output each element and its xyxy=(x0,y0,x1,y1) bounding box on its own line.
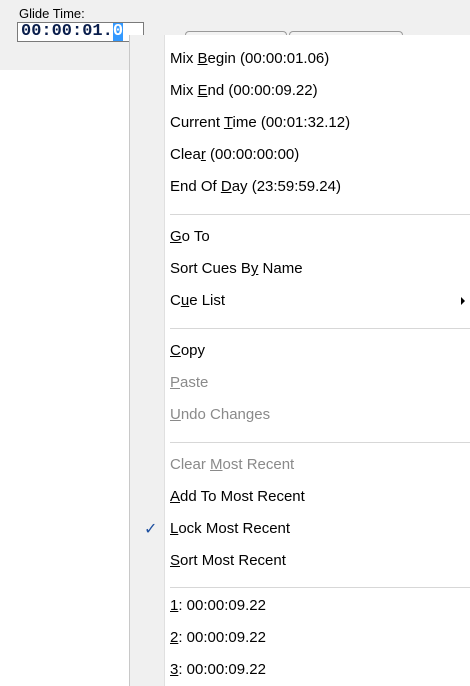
menu-item-add-to-most-recent[interactable]: Add To Most Recent xyxy=(130,481,470,513)
glide-time-label: Glide Time: xyxy=(19,6,85,21)
menu-separator xyxy=(170,214,470,215)
menu-separator xyxy=(170,328,470,329)
menu-item-label: 1: 00:00:09.22 xyxy=(170,597,266,614)
menu-item-label: Mix End (00:00:09.22) xyxy=(170,82,318,99)
menu-item-clear-most-recent[interactable]: Clear Most Recent xyxy=(130,449,470,481)
menu-item-label: Paste xyxy=(170,374,209,391)
menu-item-undo-changes[interactable]: Undo Changes xyxy=(130,399,470,431)
menu-item-label: Cue List xyxy=(170,292,226,309)
menu-item-label: Go To xyxy=(170,228,210,245)
menu-item-paste[interactable]: Paste xyxy=(130,367,470,399)
menu-item-clear[interactable]: Clear (00:00:00:00) xyxy=(130,139,470,171)
menu-item-label: Copy xyxy=(170,342,206,359)
menu-item-mix-end[interactable]: Mix End (00:00:09.22) xyxy=(130,75,470,107)
menu-item-mix-begin[interactable]: Mix Begin (00:00:01.06) xyxy=(130,43,470,75)
menu-item-label: Add To Most Recent xyxy=(170,488,305,505)
menu-item-label: Clear Most Recent xyxy=(170,456,295,473)
menu-item-sort-cues-by-name[interactable]: Sort Cues By Name xyxy=(130,253,470,285)
menu-item-label: Mix Begin (00:00:01.06) xyxy=(170,50,330,67)
menu-item-label: Current Time (00:01:32.12) xyxy=(170,114,351,131)
glide-time-value: 00:00:01. xyxy=(21,22,113,41)
menu-item-recent-1[interactable]: 1: 00:00:09.22 xyxy=(130,590,470,622)
menu-item-end-of-day[interactable]: End Of Day (23:59:59.24) xyxy=(130,171,470,203)
menu-item-label: Lock Most Recent xyxy=(170,520,291,537)
menu-item-sort-most-recent[interactable]: Sort Most Recent xyxy=(130,545,470,577)
menu-item-recent-2[interactable]: 2: 00:00:09.22 xyxy=(130,622,470,654)
menu-item-label: Undo Changes xyxy=(170,406,271,423)
glide-time-input[interactable]: 00:00:01.0 xyxy=(17,22,144,42)
menu-item-lock-most-recent[interactable]: ✓ Lock Most Recent xyxy=(130,513,470,545)
menu-item-recent-3[interactable]: 3: 00:00:09.22 xyxy=(130,654,470,686)
menu-item-cue-list[interactable]: Cue List xyxy=(130,285,470,317)
glide-time-selected-digit: 0 xyxy=(112,22,124,41)
menu-item-current-time[interactable]: Current Time (00:01:32.12) xyxy=(130,107,470,139)
menu-separator xyxy=(170,587,470,588)
menu-item-label: 3: 00:00:09.22 xyxy=(170,661,266,678)
menu-item-go-to[interactable]: Go To xyxy=(130,221,470,253)
menu-item-label: Sort Cues By Name xyxy=(170,260,303,277)
menu-item-label: Clear (00:00:00:00) xyxy=(170,146,300,163)
checkmark-icon: ✓ xyxy=(144,519,158,538)
context-menu: Mix Begin (00:00:01.06) Mix End (00:00:0… xyxy=(129,35,470,686)
menu-item-label: Sort Most Recent xyxy=(170,552,286,569)
menu-item-label: 2: 00:00:09.22 xyxy=(170,629,266,646)
menu-item-label: End Of Day (23:59:59.24) xyxy=(170,178,341,195)
submenu-arrow-icon xyxy=(461,297,465,305)
menu-item-copy[interactable]: Copy xyxy=(130,335,470,367)
menu-separator xyxy=(170,442,470,443)
